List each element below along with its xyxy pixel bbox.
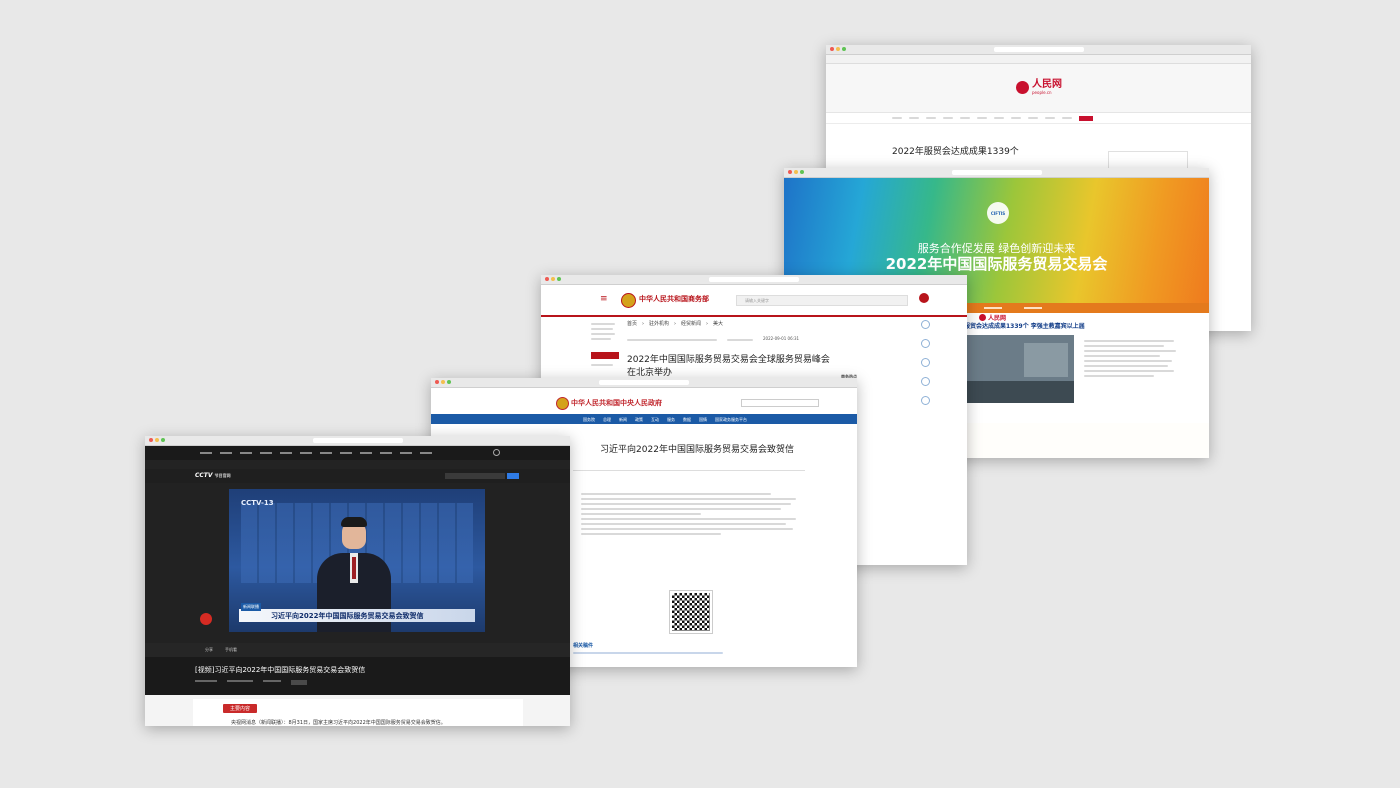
cctv-player-area: CCTV-13 新闻联播 习近平向2022年中国国际服务贸易交易会致贺信: [145, 483, 570, 643]
cctv-search-input[interactable]: [445, 473, 505, 479]
cctv-video-frame[interactable]: CCTV-13 新闻联播 习近平向2022年中国国际服务贸易交易会致贺信: [229, 489, 485, 632]
gov-nav-item[interactable]: 国务院: [583, 417, 595, 422]
browser-chrome: [541, 275, 967, 285]
browser-chrome: [826, 45, 1251, 55]
mofcom-right-tools: [913, 320, 937, 415]
browser-chrome: [784, 168, 1209, 178]
cctv-subbar: [145, 460, 570, 469]
people-logo-text: 人民网: [1032, 79, 1062, 90]
gov-header: 中华人民共和国中央人民政府: [431, 388, 857, 414]
cctv-navbar: CCTV 节目官网: [145, 469, 570, 483]
breadcrumb-item[interactable]: 经贸新闻: [681, 321, 701, 327]
ciftis-logo-text: CIFTIS: [990, 210, 1006, 216]
play-icon[interactable]: [200, 613, 212, 625]
gov-related: 相关稿件: [573, 643, 723, 657]
people-logo-icon: [1016, 81, 1029, 94]
mofcom-headline: 2022年中国国际服务贸易交易会全球服务贸易峰会 在北京举办: [627, 355, 830, 378]
mofcom-search-input[interactable]: 请输入关键字: [736, 295, 908, 306]
address-bar[interactable]: [951, 170, 1042, 175]
ciftis-slogan: 服务合作促发展 绿色创新迎未来: [917, 242, 1076, 255]
address-bar[interactable]: [312, 438, 403, 443]
ciftis-logo[interactable]: CIFTIS: [987, 202, 1009, 224]
ciftis-news-list: [1084, 337, 1184, 380]
cctv13-logo: CCTV-13: [241, 499, 274, 507]
cctv-title-area: [视频]习近平向2022年中国国际服务贸易交易会致贺信: [145, 657, 570, 695]
address-bar[interactable]: [993, 47, 1084, 52]
mofcom-header: ≡ 中华人民共和国商务部 请输入关键字: [541, 285, 967, 317]
gov-search-input[interactable]: [741, 399, 819, 407]
address-bar[interactable]: [599, 380, 689, 385]
cctv-body-text: 央视网消息（新闻联播）：8月31日，国家主席习近平向2022年中国国际服务贸易交…: [231, 720, 446, 726]
gov-nav-item[interactable]: 新闻: [619, 417, 627, 422]
cctv-topbar: [145, 446, 570, 460]
gov-nav-item[interactable]: 互动: [651, 417, 659, 422]
news-lower-third: 新闻联播 习近平向2022年中国国际服务贸易交易会致贺信: [239, 603, 475, 622]
ciftis-news-headline[interactable]: 服贸会达成成果1339个 李强主教嘉宾以上届: [964, 323, 1085, 330]
cctv-logo[interactable]: CCTV 节目官网: [195, 472, 231, 479]
gov-nav-item[interactable]: 政策: [635, 417, 643, 422]
mofcom-breadcrumb: 首页 › 驻外机构 › 经贸新闻 › 美大: [627, 321, 724, 327]
gov-meta: [573, 464, 805, 471]
people-headline[interactable]: 2022年服贸会达成成果1339个: [892, 147, 1019, 157]
cctv-video-title: [视频]习近平向2022年中国国际服务贸易交易会致贺信: [195, 666, 366, 674]
browser-chrome: [431, 378, 857, 388]
mobile-watch-button[interactable]: 手机看: [225, 647, 237, 652]
share-button[interactable]: 分享: [205, 647, 213, 652]
breadcrumb-item[interactable]: 美大: [713, 321, 723, 327]
user-icon[interactable]: [919, 293, 929, 303]
main-content-tab[interactable]: 主要内容: [223, 704, 258, 713]
cctv-action-bar: 分享 手机看: [145, 643, 570, 657]
ciftis-title: 2022年中国国际服务贸易交易会: [885, 255, 1108, 273]
national-emblem-icon: [556, 397, 569, 410]
people-logo[interactable]: 人民网 people.cn: [1016, 80, 1062, 95]
cctv-content: 主要内容 央视网消息（新闻联播）：8月31日，国家主席习近平向2022年中国国际…: [145, 695, 570, 726]
gov-headline: 习近平向2022年中国国际服务贸易交易会致贺信: [600, 445, 794, 455]
ciftis-news-photo[interactable]: [964, 335, 1074, 403]
gov-nav-item[interactable]: 总理: [603, 417, 611, 422]
address-bar[interactable]: [709, 277, 799, 282]
mofcom-site-name[interactable]: 中华人民共和国商务部: [639, 294, 709, 304]
people-nav: [826, 113, 1251, 124]
people-header: 人民网 people.cn: [826, 64, 1251, 113]
gov-nav: 国务院 总理 新闻 政策 互动 服务 数据 国情 国家政务服务平台: [431, 414, 857, 424]
national-emblem-icon: [621, 293, 636, 308]
browser-chrome: [145, 436, 570, 446]
ciftis-people-logo: 人民网: [979, 313, 1006, 322]
gov-nav-item[interactable]: 国情: [699, 417, 707, 422]
people-logo-domain: people.cn: [1032, 90, 1052, 95]
mofcom-left-menu: [591, 320, 619, 369]
qr-code: [669, 590, 713, 634]
gov-nav-item[interactable]: 数据: [683, 417, 691, 422]
gov-site-name[interactable]: 中华人民共和国中央人民政府: [571, 398, 662, 408]
gov-nav-item[interactable]: 服务: [667, 417, 675, 422]
browser-toolbar: [826, 55, 1251, 64]
canvas: { "people": { "logo_cn": "人民网", "logo_en…: [0, 0, 1400, 788]
breadcrumb-item[interactable]: 驻外机构: [649, 321, 669, 327]
cctv-window: CCTV 节目官网 CCTV-13 新闻联播 习近平向2022年中国国际服务贸易…: [145, 436, 570, 726]
gov-article-body: [581, 490, 801, 538]
search-icon[interactable]: [493, 449, 500, 456]
cctv-search-button[interactable]: [507, 473, 519, 479]
mofcom-meta: 2022-09-01 06:31: [627, 336, 827, 344]
menu-icon[interactable]: ≡: [600, 295, 608, 304]
breadcrumb-item[interactable]: 首页: [627, 321, 637, 327]
gov-nav-item[interactable]: 国家政务服务平台: [715, 417, 747, 422]
mofcom-date: 2022-09-01 06:31: [763, 336, 800, 341]
